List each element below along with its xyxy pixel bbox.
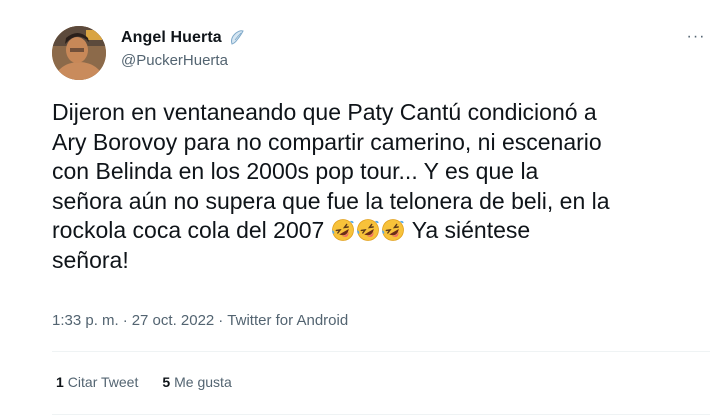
- likes-label: Me gusta: [174, 374, 232, 390]
- divider: [52, 351, 710, 352]
- tweet-date[interactable]: 27 oct. 2022: [132, 312, 215, 329]
- more-options-icon[interactable]: ···: [683, 26, 709, 48]
- tweet-meta: 1:33 p. m. · 27 oct. 2022 · Twitter for …: [52, 312, 348, 329]
- avatar-photo: [52, 26, 106, 80]
- rolling-on-floor-laughing-icon: [331, 218, 355, 242]
- likes-stat[interactable]: 5 Me gusta: [162, 374, 231, 390]
- quote-tweets-count: 1: [56, 374, 64, 390]
- rolling-on-floor-laughing-icon: [356, 218, 380, 242]
- quote-tweets-label: Citar Tweet: [67, 374, 139, 390]
- likes-count: 5: [162, 374, 171, 390]
- tweet-line-4: señora aún no supera que fue la telonera…: [52, 187, 610, 214]
- tweet-line-5-end: Ya siéntese: [405, 217, 531, 243]
- quote-tweets-stat[interactable]: 1 Citar Tweet: [56, 374, 138, 390]
- tweet-line-5-start: rockola coca cola del 2007: [52, 217, 331, 243]
- author-handle[interactable]: @PuckerHuerta: [121, 52, 228, 69]
- tweet-source[interactable]: Twitter for Android: [227, 312, 348, 329]
- rolling-on-floor-laughing-icon: [381, 218, 405, 242]
- tweet-time[interactable]: 1:33 p. m.: [52, 312, 119, 329]
- meta-separator: ·: [122, 312, 128, 329]
- author-display-name[interactable]: Angel Huerta: [121, 29, 222, 47]
- avatar[interactable]: [52, 26, 106, 80]
- tweet-text: Dijeron en ventaneando que Paty Cantú co…: [52, 98, 712, 275]
- tweet-line-1: Dijeron en ventaneando que Paty Cantú co…: [52, 99, 597, 125]
- tweet-line-2: Ary Borovoy para no compartir camerino, …: [52, 128, 602, 155]
- tweet-stats: 1 Citar Tweet 5 Me gusta: [56, 374, 232, 390]
- tweet-line-3: con Belinda en los 2000s pop tour... Y e…: [52, 158, 539, 184]
- meta-separator: ·: [218, 312, 224, 329]
- tweet-card: Angel Huerta @PuckerHuerta ··· Dijeron e…: [0, 0, 722, 415]
- tweet-line-6: señora!: [52, 246, 129, 273]
- author-name-row: Angel Huerta: [121, 29, 246, 47]
- tortilla-emoji-icon: [228, 29, 246, 47]
